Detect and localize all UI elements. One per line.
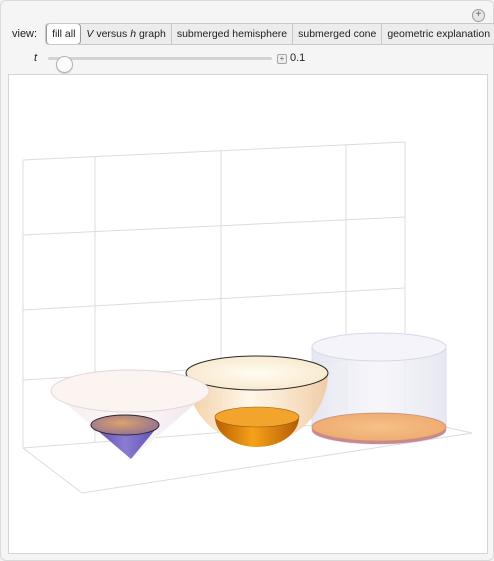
cone-shape [50, 369, 210, 459]
slider-value: 0.1 [290, 52, 306, 64]
view-control: view: fill all V versus h graph submerge… [12, 23, 494, 45]
versus-text: versus [93, 28, 131, 40]
plus-icon[interactable]: + [472, 9, 485, 22]
view-label: view: [12, 28, 38, 40]
view-option-fill-all[interactable]: fill all [46, 24, 82, 44]
view-option-v-versus-h-graph[interactable]: V versus h graph [81, 24, 172, 44]
graph-text: graph [136, 28, 166, 40]
app-window: + view: fill all V versus h graph submer… [0, 0, 494, 561]
cylinder-water-surface [311, 412, 447, 442]
view-option-submerged-hemisphere[interactable]: submerged hemisphere [172, 24, 294, 44]
slider-label: t [34, 52, 38, 64]
view-option-submerged-cone[interactable]: submerged cone [293, 24, 383, 44]
t-slider-row: t + 0.1 [34, 51, 305, 73]
view-option-geometric-explanation[interactable]: geometric explanation [382, 24, 494, 44]
cylinder-shape [311, 332, 447, 445]
hemisphere-water-surface [214, 406, 300, 428]
slider-thumb[interactable] [56, 56, 73, 73]
3d-graphic[interactable] [9, 75, 487, 553]
plus-icon[interactable]: + [277, 54, 287, 64]
cone-water-surface [90, 414, 160, 436]
view-segmented-control: fill all V versus h graph submerged hemi… [45, 23, 494, 45]
t-slider[interactable] [48, 56, 272, 73]
graphics-panel[interactable] [8, 74, 488, 554]
